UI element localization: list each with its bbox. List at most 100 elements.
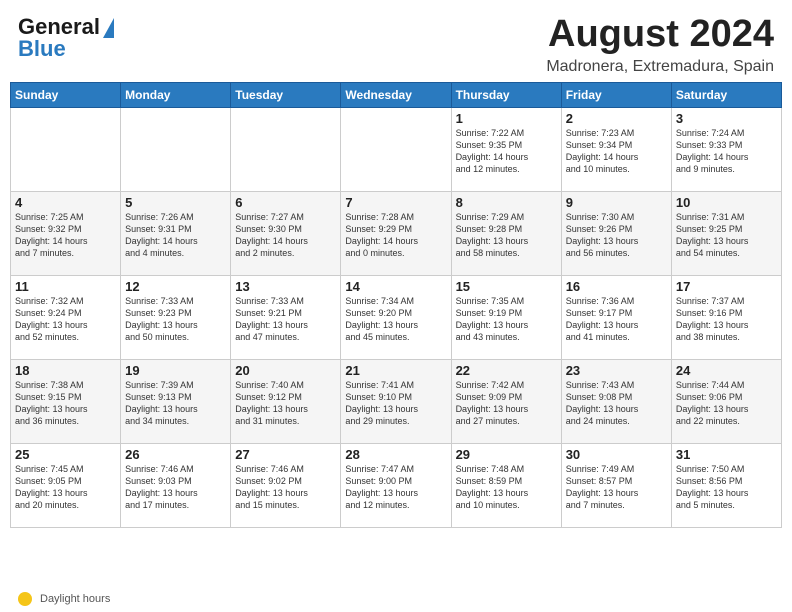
day-info: Sunrise: 7:30 AM Sunset: 9:26 PM Dayligh… <box>566 211 667 260</box>
logo-triangle-icon <box>103 18 114 38</box>
day-number: 23 <box>566 363 667 378</box>
day-number: 25 <box>15 447 116 462</box>
col-thursday: Thursday <box>451 82 561 107</box>
calendar-week-row: 4Sunrise: 7:25 AM Sunset: 9:32 PM Daylig… <box>11 191 782 275</box>
day-number: 26 <box>125 447 226 462</box>
weekday-header-row: Sunday Monday Tuesday Wednesday Thursday… <box>11 82 782 107</box>
day-info: Sunrise: 7:46 AM Sunset: 9:03 PM Dayligh… <box>125 463 226 512</box>
calendar-cell: 14Sunrise: 7:34 AM Sunset: 9:20 PM Dayli… <box>341 275 451 359</box>
day-info: Sunrise: 7:48 AM Sunset: 8:59 PM Dayligh… <box>456 463 557 512</box>
col-saturday: Saturday <box>671 82 781 107</box>
calendar-cell: 5Sunrise: 7:26 AM Sunset: 9:31 PM Daylig… <box>121 191 231 275</box>
calendar-cell: 2Sunrise: 7:23 AM Sunset: 9:34 PM Daylig… <box>561 107 671 191</box>
col-monday: Monday <box>121 82 231 107</box>
day-info: Sunrise: 7:27 AM Sunset: 9:30 PM Dayligh… <box>235 211 336 260</box>
page: General Blue August 2024 Madronera, Extr… <box>0 0 792 612</box>
day-number: 31 <box>676 447 777 462</box>
day-number: 10 <box>676 195 777 210</box>
day-number: 11 <box>15 279 116 294</box>
footer: Daylight hours <box>0 588 792 612</box>
day-info: Sunrise: 7:22 AM Sunset: 9:35 PM Dayligh… <box>456 127 557 176</box>
calendar-week-row: 11Sunrise: 7:32 AM Sunset: 9:24 PM Dayli… <box>11 275 782 359</box>
day-number: 3 <box>676 111 777 126</box>
day-number: 15 <box>456 279 557 294</box>
day-info: Sunrise: 7:34 AM Sunset: 9:20 PM Dayligh… <box>345 295 446 344</box>
day-info: Sunrise: 7:39 AM Sunset: 9:13 PM Dayligh… <box>125 379 226 428</box>
calendar: Sunday Monday Tuesday Wednesday Thursday… <box>0 82 792 588</box>
day-info: Sunrise: 7:50 AM Sunset: 8:56 PM Dayligh… <box>676 463 777 512</box>
day-info: Sunrise: 7:38 AM Sunset: 9:15 PM Dayligh… <box>15 379 116 428</box>
day-info: Sunrise: 7:26 AM Sunset: 9:31 PM Dayligh… <box>125 211 226 260</box>
day-info: Sunrise: 7:28 AM Sunset: 9:29 PM Dayligh… <box>345 211 446 260</box>
calendar-cell: 4Sunrise: 7:25 AM Sunset: 9:32 PM Daylig… <box>11 191 121 275</box>
day-number: 2 <box>566 111 667 126</box>
day-info: Sunrise: 7:25 AM Sunset: 9:32 PM Dayligh… <box>15 211 116 260</box>
day-number: 30 <box>566 447 667 462</box>
logo: General Blue <box>18 14 114 62</box>
day-number: 27 <box>235 447 336 462</box>
logo-blue-text: Blue <box>18 36 66 62</box>
day-number: 20 <box>235 363 336 378</box>
day-number: 6 <box>235 195 336 210</box>
day-info: Sunrise: 7:33 AM Sunset: 9:21 PM Dayligh… <box>235 295 336 344</box>
main-title: August 2024 <box>546 14 774 56</box>
day-info: Sunrise: 7:32 AM Sunset: 9:24 PM Dayligh… <box>15 295 116 344</box>
day-info: Sunrise: 7:45 AM Sunset: 9:05 PM Dayligh… <box>15 463 116 512</box>
calendar-cell: 1Sunrise: 7:22 AM Sunset: 9:35 PM Daylig… <box>451 107 561 191</box>
calendar-cell: 30Sunrise: 7:49 AM Sunset: 8:57 PM Dayli… <box>561 443 671 527</box>
calendar-cell: 8Sunrise: 7:29 AM Sunset: 9:28 PM Daylig… <box>451 191 561 275</box>
header: General Blue August 2024 Madronera, Extr… <box>0 0 792 82</box>
col-tuesday: Tuesday <box>231 82 341 107</box>
calendar-week-row: 1Sunrise: 7:22 AM Sunset: 9:35 PM Daylig… <box>11 107 782 191</box>
day-number: 28 <box>345 447 446 462</box>
calendar-cell: 11Sunrise: 7:32 AM Sunset: 9:24 PM Dayli… <box>11 275 121 359</box>
col-sunday: Sunday <box>11 82 121 107</box>
calendar-cell: 23Sunrise: 7:43 AM Sunset: 9:08 PM Dayli… <box>561 359 671 443</box>
calendar-cell: 24Sunrise: 7:44 AM Sunset: 9:06 PM Dayli… <box>671 359 781 443</box>
day-info: Sunrise: 7:33 AM Sunset: 9:23 PM Dayligh… <box>125 295 226 344</box>
day-number: 18 <box>15 363 116 378</box>
day-number: 19 <box>125 363 226 378</box>
day-info: Sunrise: 7:47 AM Sunset: 9:00 PM Dayligh… <box>345 463 446 512</box>
calendar-table: Sunday Monday Tuesday Wednesday Thursday… <box>10 82 782 528</box>
calendar-cell: 12Sunrise: 7:33 AM Sunset: 9:23 PM Dayli… <box>121 275 231 359</box>
day-number: 8 <box>456 195 557 210</box>
day-info: Sunrise: 7:49 AM Sunset: 8:57 PM Dayligh… <box>566 463 667 512</box>
calendar-cell: 21Sunrise: 7:41 AM Sunset: 9:10 PM Dayli… <box>341 359 451 443</box>
day-number: 5 <box>125 195 226 210</box>
day-number: 16 <box>566 279 667 294</box>
day-number: 12 <box>125 279 226 294</box>
day-number: 9 <box>566 195 667 210</box>
day-info: Sunrise: 7:42 AM Sunset: 9:09 PM Dayligh… <box>456 379 557 428</box>
calendar-cell: 6Sunrise: 7:27 AM Sunset: 9:30 PM Daylig… <box>231 191 341 275</box>
day-number: 22 <box>456 363 557 378</box>
day-info: Sunrise: 7:35 AM Sunset: 9:19 PM Dayligh… <box>456 295 557 344</box>
calendar-cell: 16Sunrise: 7:36 AM Sunset: 9:17 PM Dayli… <box>561 275 671 359</box>
day-number: 29 <box>456 447 557 462</box>
col-wednesday: Wednesday <box>341 82 451 107</box>
calendar-cell <box>341 107 451 191</box>
subtitle: Madronera, Extremadura, Spain <box>546 58 774 76</box>
day-info: Sunrise: 7:24 AM Sunset: 9:33 PM Dayligh… <box>676 127 777 176</box>
day-info: Sunrise: 7:44 AM Sunset: 9:06 PM Dayligh… <box>676 379 777 428</box>
calendar-cell: 9Sunrise: 7:30 AM Sunset: 9:26 PM Daylig… <box>561 191 671 275</box>
title-section: August 2024 Madronera, Extremadura, Spai… <box>546 14 774 76</box>
calendar-cell <box>231 107 341 191</box>
day-info: Sunrise: 7:29 AM Sunset: 9:28 PM Dayligh… <box>456 211 557 260</box>
calendar-cell: 7Sunrise: 7:28 AM Sunset: 9:29 PM Daylig… <box>341 191 451 275</box>
calendar-cell <box>11 107 121 191</box>
calendar-cell: 18Sunrise: 7:38 AM Sunset: 9:15 PM Dayli… <box>11 359 121 443</box>
day-info: Sunrise: 7:23 AM Sunset: 9:34 PM Dayligh… <box>566 127 667 176</box>
calendar-cell: 28Sunrise: 7:47 AM Sunset: 9:00 PM Dayli… <box>341 443 451 527</box>
day-number: 4 <box>15 195 116 210</box>
daylight-icon <box>18 592 32 606</box>
calendar-cell: 17Sunrise: 7:37 AM Sunset: 9:16 PM Dayli… <box>671 275 781 359</box>
calendar-cell: 13Sunrise: 7:33 AM Sunset: 9:21 PM Dayli… <box>231 275 341 359</box>
day-number: 21 <box>345 363 446 378</box>
calendar-cell: 19Sunrise: 7:39 AM Sunset: 9:13 PM Dayli… <box>121 359 231 443</box>
day-number: 17 <box>676 279 777 294</box>
day-number: 13 <box>235 279 336 294</box>
calendar-cell: 27Sunrise: 7:46 AM Sunset: 9:02 PM Dayli… <box>231 443 341 527</box>
calendar-cell: 22Sunrise: 7:42 AM Sunset: 9:09 PM Dayli… <box>451 359 561 443</box>
day-number: 7 <box>345 195 446 210</box>
